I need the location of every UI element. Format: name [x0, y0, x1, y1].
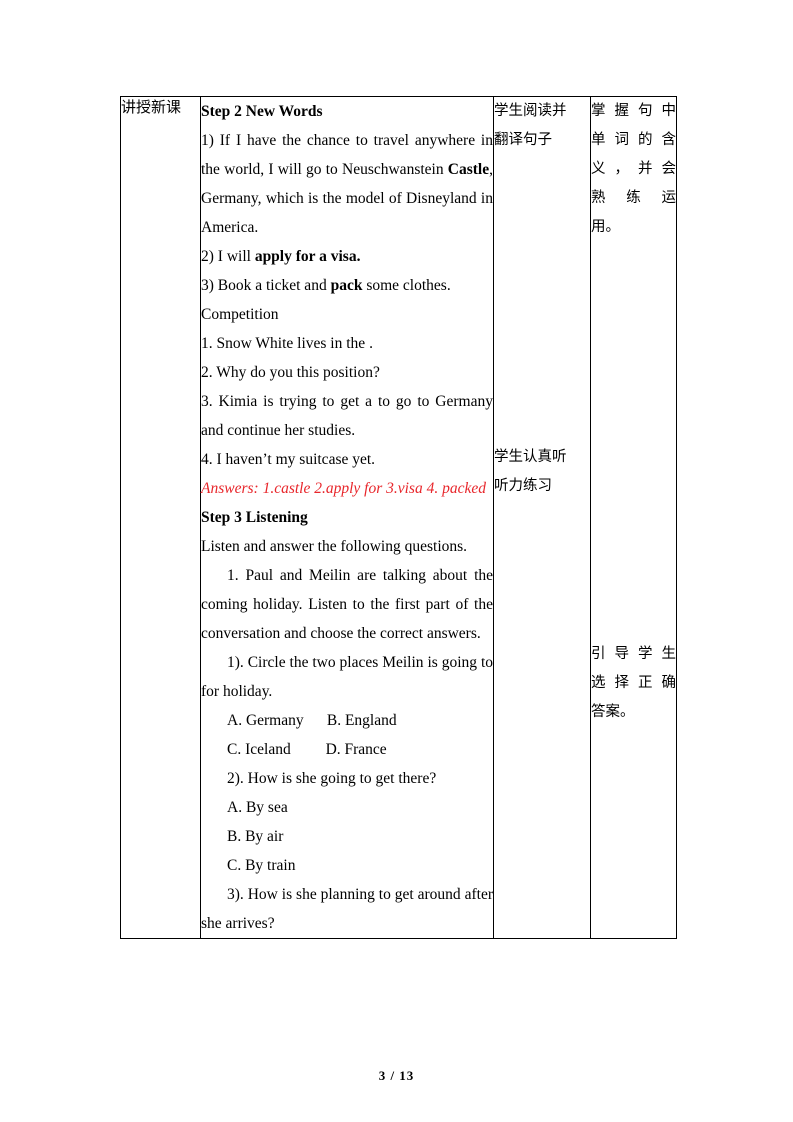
- aim-cell: 掌握句中 单词的含 义，并会 熟练运 用。 引导学生 选择正确 答案。: [590, 96, 677, 939]
- q2-text-post: this position?: [296, 364, 380, 381]
- option-a-by-sea: A. By sea: [227, 799, 288, 816]
- aim-line-5: 用。: [591, 219, 620, 235]
- competition-question-3: 3. Kimia is trying to get a to go to Ger…: [201, 387, 493, 445]
- option-row-cd: C. Iceland D. France: [227, 741, 387, 758]
- option-b-by-air: B. By air: [227, 828, 284, 845]
- item3-text-post: some clothes.: [362, 277, 451, 294]
- new-words-item-1: 1) If I have the chance to travel anywhe…: [201, 126, 493, 242]
- activity-line-1: 学生阅读并: [494, 103, 567, 119]
- step3-heading: Step 3 Listening: [201, 509, 308, 526]
- option-row-ab: A. Germany B. England: [227, 712, 397, 729]
- aim-line-1: 掌握句中: [591, 103, 676, 119]
- aim-line-6: 引导学生: [591, 646, 676, 662]
- q4-text-post: my suitcase yet.: [275, 451, 376, 468]
- competition-question-4: 4. I haven’t my suitcase yet.: [201, 445, 493, 474]
- competition-question-2: 2. Why do you this position?: [201, 358, 493, 387]
- listening-subquestion-3: 3). How is she planning to get around af…: [201, 886, 493, 932]
- aim-spacer-1: [591, 242, 676, 530]
- new-words-item-2: 2) I will apply for a visa.: [201, 242, 493, 271]
- activity-line-2: 翻译句子: [494, 132, 552, 148]
- activity-cell: 学生阅读并 翻译句子 学生认真听 听力练习: [493, 96, 591, 939]
- competition-question-1: 1. Snow White lives in the .: [201, 329, 493, 358]
- listening-intro: Listen and answer the following question…: [201, 538, 468, 555]
- aim-spacer-2: [591, 530, 676, 640]
- item3-text-pre: 3) Book a ticket and: [201, 277, 331, 294]
- stage-cell: 讲授新课: [120, 96, 201, 939]
- q3-text-pre: 3. Kimia is trying to get a: [201, 393, 378, 410]
- content-cell: Step 2 New Words 1) If I have the chance…: [200, 96, 494, 939]
- q1-text-post: .: [369, 335, 373, 352]
- item2-bold-apply: apply for a visa.: [254, 248, 361, 265]
- activity-line-3: 学生认真听: [494, 449, 567, 465]
- listening-subquestion-2: 2). How is she going to get there?: [227, 770, 437, 787]
- step2-heading: Step 2 New Words: [201, 103, 323, 120]
- option-c-by-train: C. By train: [227, 857, 296, 874]
- aim-line-8: 答案。: [591, 704, 635, 720]
- competition-heading: Competition: [201, 306, 279, 323]
- item2-text-pre: 2) I will: [201, 248, 255, 265]
- lesson-plan-table: 讲授新课 Step 2 New Words 1) If I have the c…: [120, 96, 677, 939]
- item1-bold-castle: Castle: [447, 161, 490, 178]
- q4-text-pre: 4. I haven’t: [201, 451, 276, 468]
- q2-text-pre: 2. Why do you: [201, 364, 297, 381]
- stage-label: 讲授新课: [121, 98, 182, 116]
- document-page: 讲授新课 Step 2 New Words 1) If I have the c…: [0, 0, 793, 1122]
- aim-line-7: 选择正确: [591, 675, 676, 691]
- table-row: 讲授新课 Step 2 New Words 1) If I have the c…: [120, 96, 677, 939]
- q1-text-pre: 1. Snow White lives in the: [201, 335, 370, 352]
- listening-subquestion-1: 1). Circle the two places Meilin is goin…: [201, 654, 493, 700]
- new-words-item-3: 3) Book a ticket and pack some clothes.: [201, 271, 493, 300]
- activity-line-4: 听力练习: [494, 478, 552, 494]
- aim-line-3: 义，并会: [591, 161, 676, 177]
- page-number-footer: 3 / 13: [378, 1068, 415, 1083]
- item3-bold-pack: pack: [330, 277, 363, 294]
- answers-text: Answers: 1.castle 2.apply for 3.visa 4. …: [201, 480, 486, 497]
- aim-line-2: 单词的含: [591, 132, 676, 148]
- activity-spacer: [494, 155, 590, 443]
- aim-line-4: 熟练运: [591, 190, 676, 206]
- listening-task-1: 1. Paul and Meilin are talking about the…: [201, 567, 493, 642]
